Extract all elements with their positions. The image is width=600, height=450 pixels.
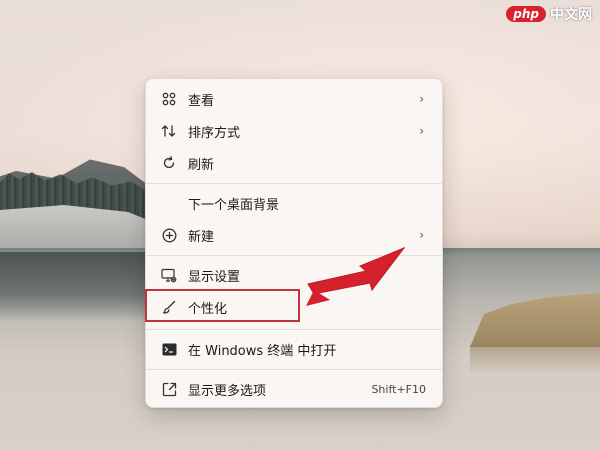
menu-item-open-in-terminal[interactable]: 在 Windows 终端 中打开 (150, 333, 438, 365)
watermark-text: 中文网 (550, 7, 592, 23)
menu-separator (146, 183, 442, 184)
watermark-logo: php (506, 6, 546, 22)
menu-item-label: 下一个桌面背景 (188, 197, 280, 213)
grid-icon (161, 91, 177, 107)
menu-separator (146, 329, 442, 330)
menu-item-label: 显示设置 (188, 269, 241, 285)
menu-item-sort-by[interactable]: 排序方式 › (150, 115, 438, 147)
chevron-right-icon: › (419, 92, 424, 106)
terminal-icon (161, 341, 177, 357)
menu-item-refresh[interactable]: 刷新 (150, 147, 438, 179)
wallpaper-grass-reflection (470, 345, 600, 375)
chevron-right-icon: › (419, 124, 424, 138)
refresh-icon (161, 155, 177, 171)
menu-item-label: 新建 (188, 229, 215, 245)
menu-item-show-more-options[interactable]: 显示更多选项 Shift+F10 (150, 373, 438, 405)
add-circle-icon (161, 227, 177, 243)
menu-item-label: 刷新 (188, 157, 215, 173)
wallpaper-reflection (0, 252, 150, 322)
sort-icon (161, 123, 177, 139)
menu-item-label: 显示更多选项 (188, 383, 267, 399)
site-watermark: php 中文网 (506, 4, 592, 24)
menu-separator (146, 369, 442, 370)
menu-item-label: 查看 (188, 93, 215, 109)
menu-item-view[interactable]: 查看 › (150, 83, 438, 115)
menu-item-next-background[interactable]: 下一个桌面背景 (150, 187, 438, 219)
highlight-box (145, 289, 300, 322)
display-settings-icon (161, 267, 177, 283)
menu-item-label: 在 Windows 终端 中打开 (188, 343, 337, 359)
annotation-arrow-icon (306, 246, 406, 306)
more-options-icon (161, 381, 177, 397)
menu-item-label: 排序方式 (188, 125, 241, 141)
chevron-right-icon: › (419, 228, 424, 242)
menu-item-shortcut: Shift+F10 (371, 382, 426, 396)
